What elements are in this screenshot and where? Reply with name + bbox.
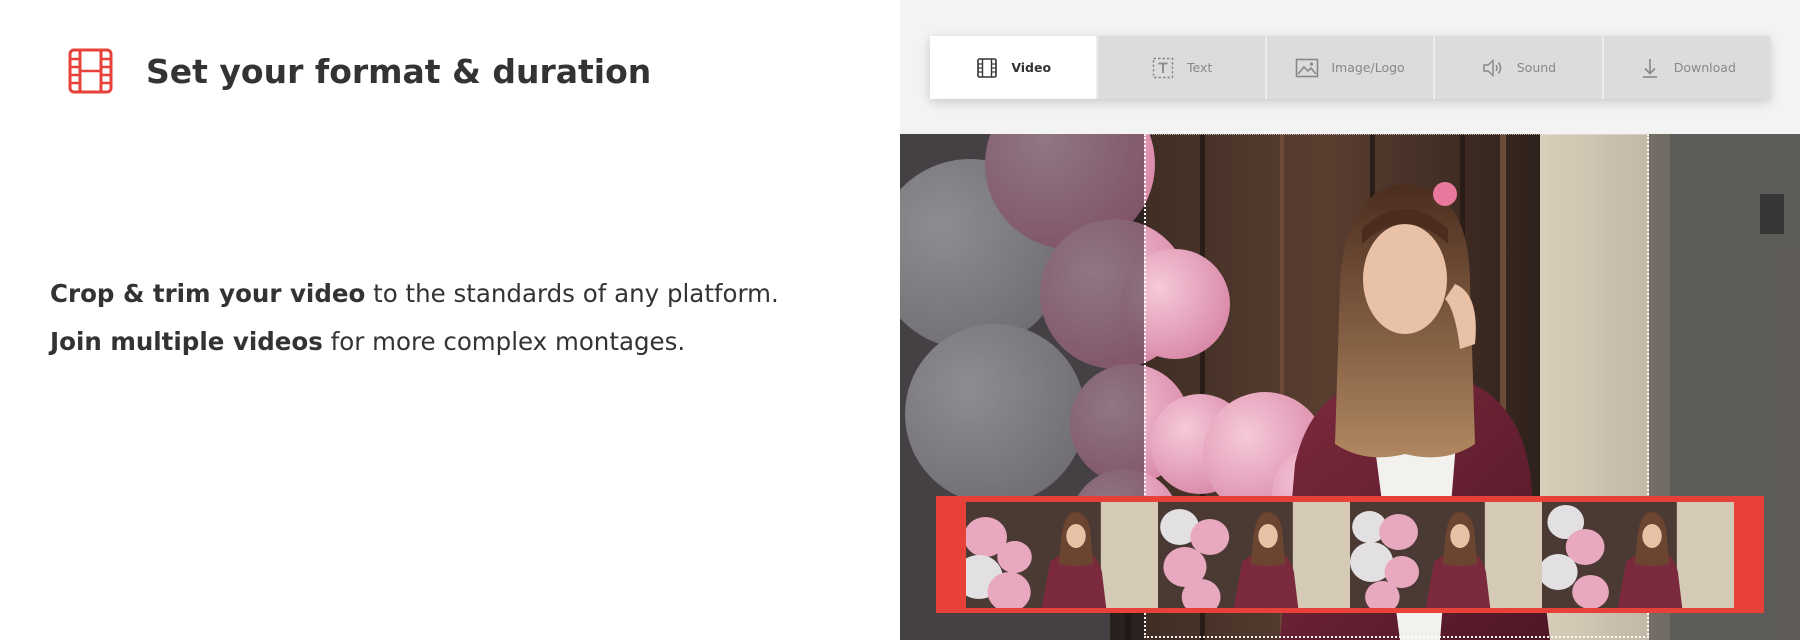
video-thumbnail [1350, 502, 1542, 608]
tab-label: Video [1011, 60, 1052, 75]
trim-handle-end[interactable] [1734, 496, 1764, 613]
editor-preview: Video Text Image/Logo Sound Download [900, 0, 1800, 640]
tab-text[interactable]: Text [1098, 36, 1267, 99]
description-line-join: Join multiple videos for more complex mo… [50, 318, 779, 366]
feature-header: Set your format & duration [68, 48, 651, 94]
feature-description: Crop & trim your video to the standards … [50, 270, 779, 366]
tab-label: Text [1186, 60, 1213, 75]
film-icon [68, 48, 113, 94]
download-icon [1638, 56, 1662, 80]
tab-download[interactable]: Download [1603, 36, 1771, 99]
tab-video[interactable]: Video [930, 36, 1099, 99]
description-line-crop: Crop & trim your video to the standards … [50, 270, 779, 318]
tab-label: Sound [1516, 60, 1557, 75]
video-canvas [900, 134, 1800, 640]
tab-label: Download [1673, 60, 1736, 75]
tab-label: Image/Logo [1331, 60, 1405, 75]
speaker-icon [1481, 56, 1505, 80]
image-icon [1295, 56, 1319, 80]
description-text: for more complex montages. [322, 327, 686, 356]
description-highlight: Crop & trim your video [50, 279, 366, 308]
editor-toolbar: Video Text Image/Logo Sound Download [930, 36, 1771, 99]
tab-image-logo[interactable]: Image/Logo [1266, 36, 1436, 99]
video-thumbnail [1158, 502, 1350, 608]
filmstrip [966, 502, 1734, 608]
film-icon [975, 56, 999, 80]
description-highlight: Join multiple videos [50, 327, 323, 356]
trim-handle-start[interactable] [936, 496, 966, 613]
video-thumbnail [966, 502, 1158, 608]
text-icon [1151, 56, 1175, 80]
feature-panel: Set your format & duration Crop & trim y… [0, 0, 900, 640]
tab-sound[interactable]: Sound [1435, 36, 1604, 99]
trim-timeline[interactable] [936, 496, 1764, 613]
description-text: to the standards of any platform. [365, 279, 779, 308]
video-thumbnail [1542, 502, 1734, 608]
feature-title: Set your format & duration [146, 51, 652, 91]
